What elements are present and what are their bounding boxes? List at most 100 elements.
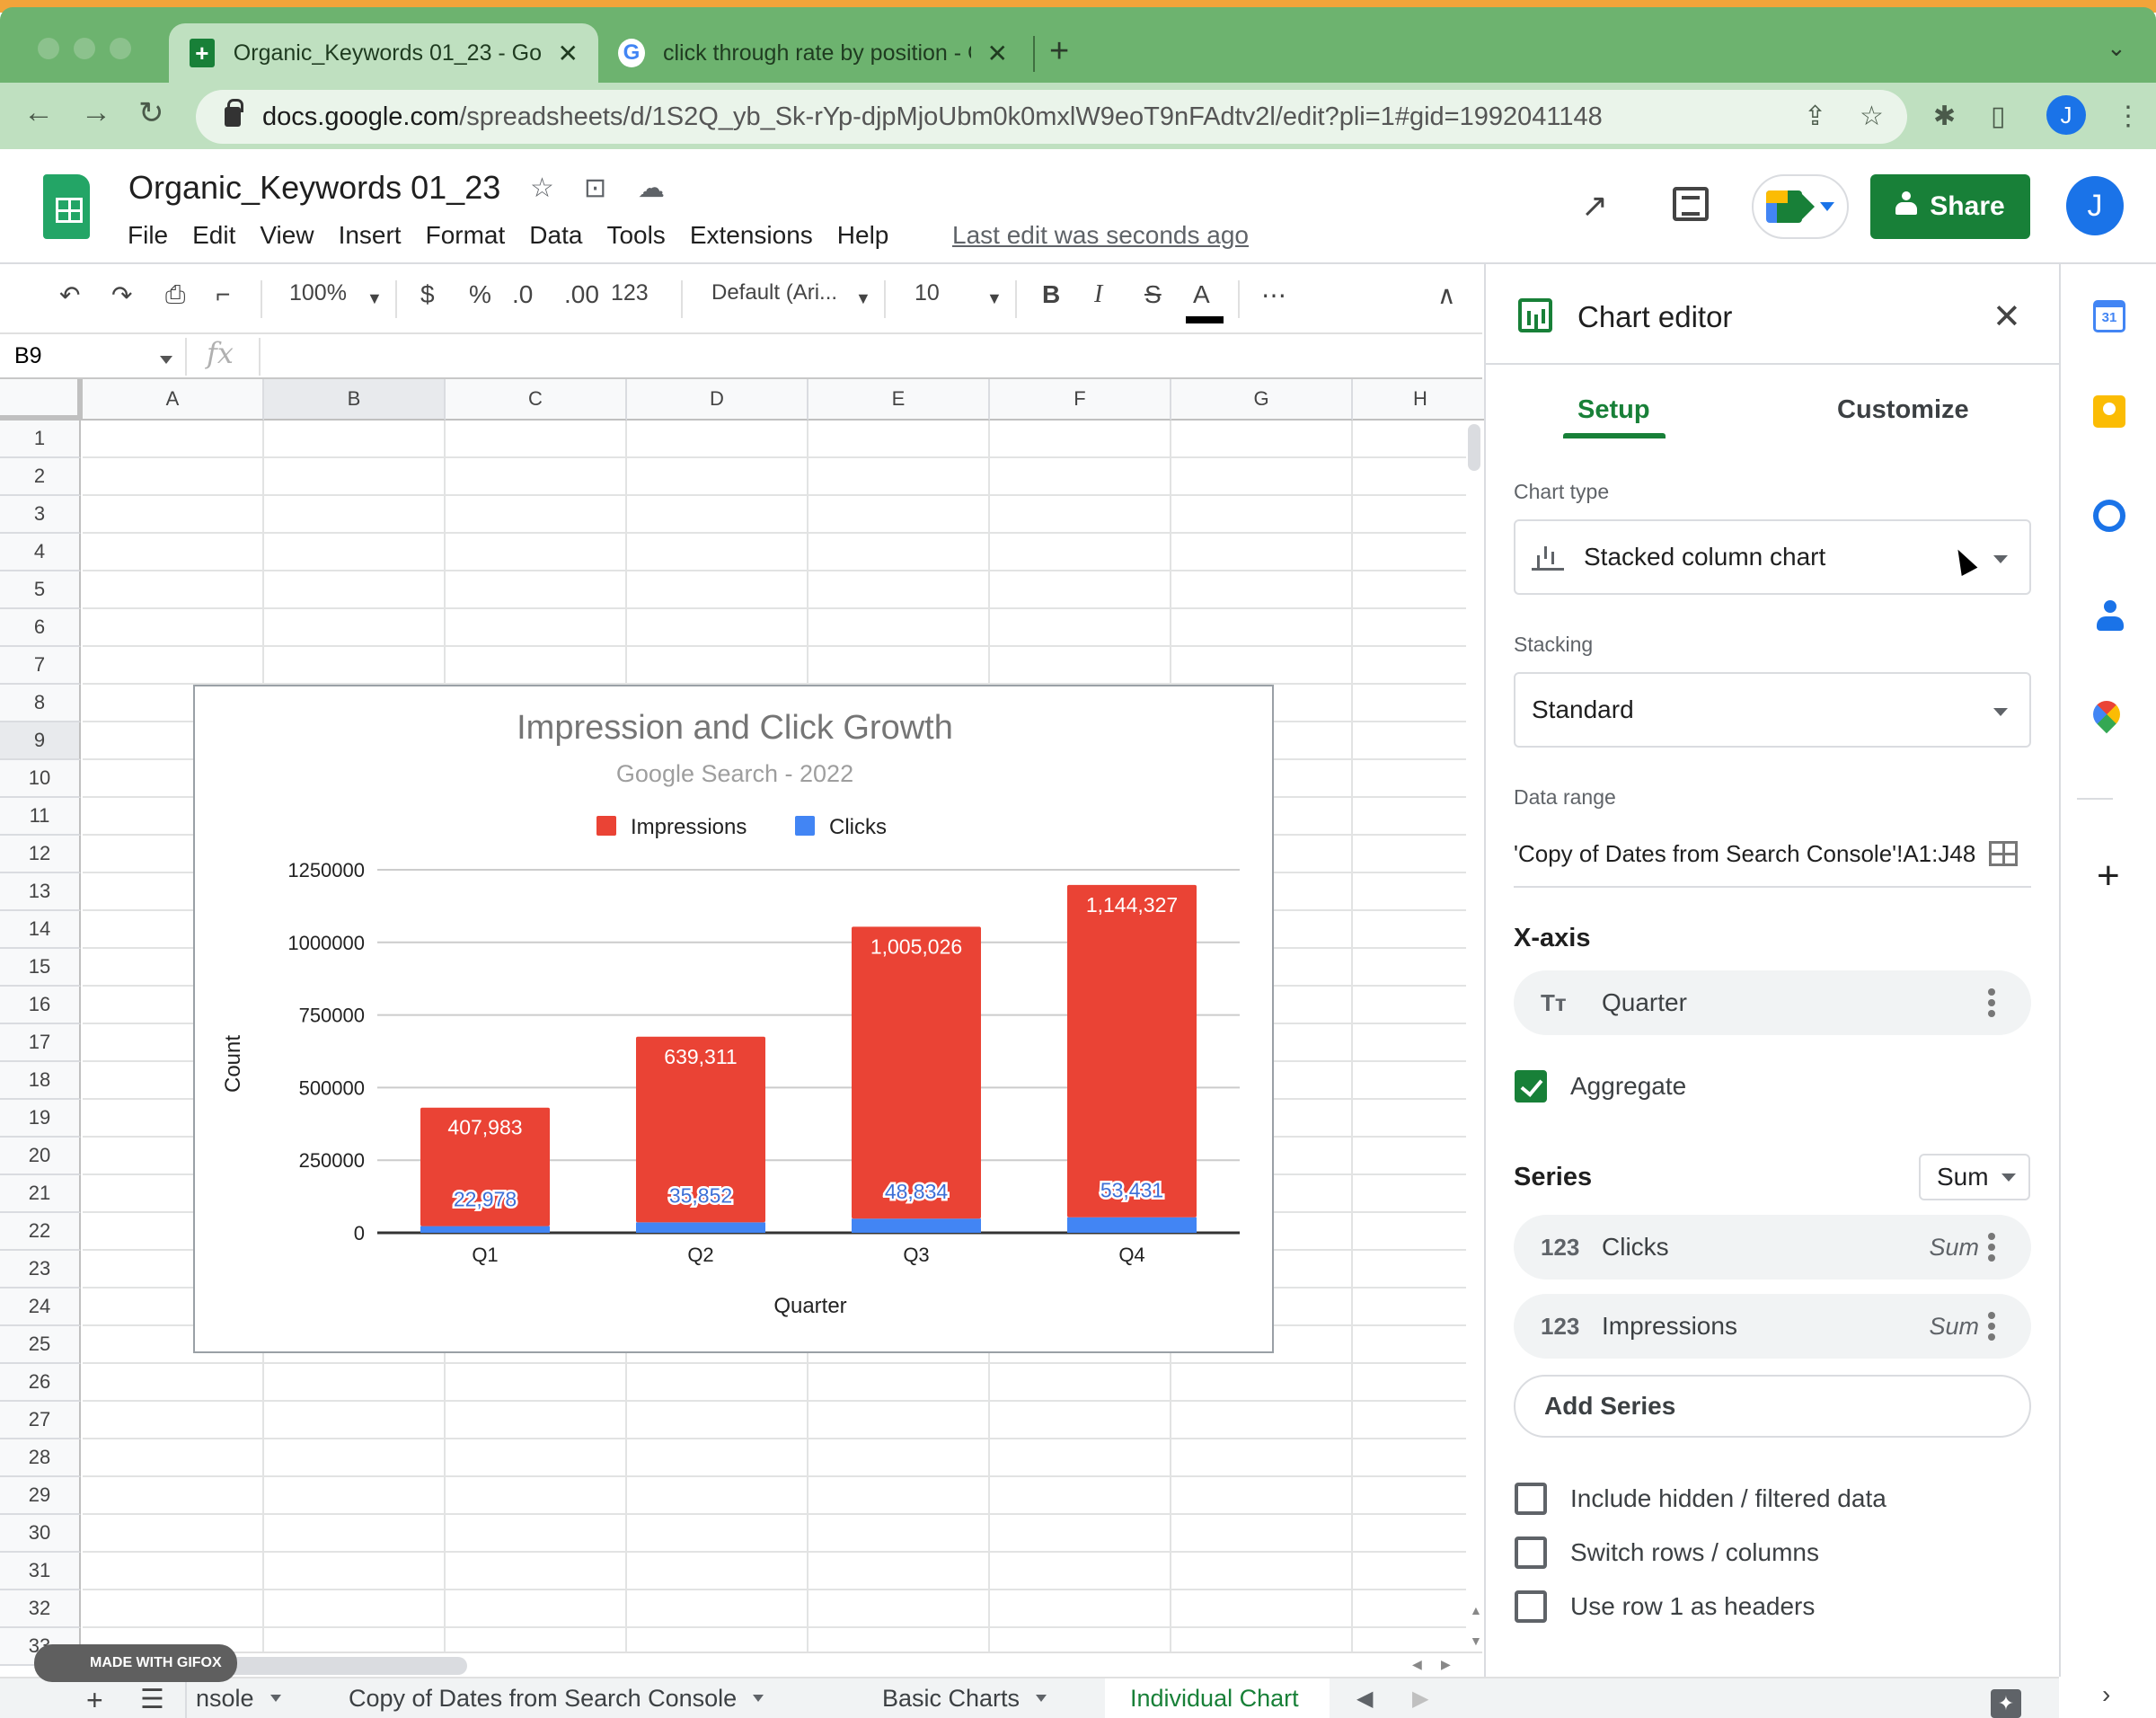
tab-setup[interactable]: Setup <box>1577 395 1650 425</box>
series-chip-clicks[interactable]: 123 Clicks Sum <box>1514 1215 2031 1280</box>
more-vert-icon[interactable] <box>1988 1312 1995 1319</box>
number-format-select[interactable]: 123 <box>611 280 649 306</box>
row-header-15[interactable]: 15 <box>0 949 81 987</box>
row-header-1[interactable]: 1 <box>0 421 81 458</box>
series-aggregate-select[interactable]: Sum <box>1919 1154 2030 1200</box>
menu-data[interactable]: Data <box>529 221 582 250</box>
calendar-icon[interactable]: 31 <box>2093 300 2125 332</box>
menu-file[interactable]: File <box>128 221 168 250</box>
collapse-toolbar-button[interactable]: ∧ <box>1437 280 1456 310</box>
more-vert-icon[interactable] <box>1988 988 1995 996</box>
menu-tools[interactable]: Tools <box>606 221 665 250</box>
data-range-input[interactable]: 'Copy of Dates from Search Console'!A1:J… <box>1514 840 2031 888</box>
more-options-button[interactable]: ⋯ <box>1261 280 1286 310</box>
row-header-29[interactable]: 29 <box>0 1477 81 1515</box>
sheet-tab-caret-icon[interactable] <box>270 1695 281 1702</box>
formula-input[interactable] <box>270 340 1473 376</box>
strikethrough-button[interactable]: S <box>1144 280 1162 309</box>
address-bar[interactable]: docs.google.com/spreadsheets/d/1S2Q_yb_S… <box>196 90 1907 144</box>
star-icon[interactable]: ☆ <box>530 173 554 204</box>
embedded-chart[interactable]: Impression and Click Growth Google Searc… <box>193 685 1274 1353</box>
row-header-7[interactable]: 7 <box>0 647 81 685</box>
zoom-select[interactable]: 100% <box>289 280 347 306</box>
column-header-G[interactable]: G <box>1171 379 1353 421</box>
column-header-C[interactable]: C <box>446 379 627 421</box>
back-arrow-icon[interactable]: ← <box>23 95 54 130</box>
share-page-icon[interactable]: ⇪ <box>1804 101 1826 132</box>
horizontal-scrollbar-thumb[interactable] <box>225 1657 467 1675</box>
column-header-A[interactable]: A <box>83 379 264 421</box>
sheet-scroll-left-icon[interactable]: ◀ <box>1356 1686 1373 1712</box>
decrease-decimal-button[interactable]: .0 <box>512 280 533 309</box>
row-header-14[interactable]: 14 <box>0 911 81 949</box>
sheet-tab-console[interactable]: nsole <box>171 1678 306 1718</box>
sheet-scroll-right-icon[interactable]: ▶ <box>1412 1686 1428 1712</box>
meet-button[interactable] <box>1752 174 1849 239</box>
browser-profile-avatar[interactable]: J <box>2046 95 2086 135</box>
select-range-grid-icon[interactable] <box>1989 841 2018 866</box>
browser-tab-google[interactable]: G click through rate by position - Googl… <box>598 23 1028 83</box>
tasks-icon[interactable] <box>2093 500 2125 532</box>
row-header-16[interactable]: 16 <box>0 987 81 1024</box>
row-header-17[interactable]: 17 <box>0 1024 81 1062</box>
row-header-2[interactable]: 2 <box>0 458 81 496</box>
column-header-D[interactable]: D <box>627 379 808 421</box>
window-minimize-button[interactable] <box>74 38 95 59</box>
scroll-right-arrow-icon[interactable]: ▶ <box>1441 1657 1451 1672</box>
italic-button[interactable]: I <box>1094 280 1102 309</box>
expand-side-panel-icon[interactable]: › <box>2102 1680 2110 1709</box>
row-header-5[interactable]: 5 <box>0 571 81 609</box>
sheet-tab-copy-of-dates[interactable]: Copy of Dates from Search Console <box>323 1678 789 1718</box>
last-edit-link[interactable]: Last edit was seconds ago <box>952 221 1249 250</box>
include-hidden-checkbox[interactable] <box>1515 1483 1547 1515</box>
close-tab-icon[interactable]: ✕ <box>558 39 579 68</box>
vertical-scrollbar-thumb[interactable] <box>1468 424 1480 471</box>
row-header-22[interactable]: 22 <box>0 1213 81 1251</box>
undo-icon[interactable]: ↶ <box>59 280 80 310</box>
forward-arrow-icon[interactable]: → <box>81 95 111 130</box>
sheet-tab-basic-charts[interactable]: Basic Charts <box>857 1678 1072 1718</box>
print-icon[interactable]: ⎙ <box>165 280 185 310</box>
aggregate-checkbox[interactable] <box>1515 1070 1547 1103</box>
tab-customize[interactable]: Customize <box>1837 395 1969 425</box>
menu-extensions[interactable]: Extensions <box>690 221 813 250</box>
use-row1-headers-checkbox[interactable] <box>1515 1590 1547 1623</box>
text-color-button[interactable]: A <box>1193 280 1210 309</box>
close-icon[interactable]: ✕ <box>1993 297 2021 337</box>
percent-format-button[interactable]: % <box>469 280 491 309</box>
comment-icon[interactable] <box>1673 187 1709 221</box>
scroll-up-arrow-icon[interactable]: ▲ <box>1470 1603 1482 1617</box>
row-header-9[interactable]: 9 <box>0 722 81 760</box>
browser-tab-sheets[interactable]: + Organic_Keywords 01_23 - Google Sheets… <box>169 23 598 83</box>
font-caret-icon[interactable]: ▼ <box>855 289 871 308</box>
get-addons-plus-icon[interactable]: + <box>2097 854 2120 899</box>
browser-menu-kebab-icon[interactable]: ⋮ <box>2115 101 2142 132</box>
sheets-logo-icon[interactable] <box>43 174 90 239</box>
sheet-tab-caret-icon[interactable] <box>1036 1695 1047 1702</box>
reload-icon[interactable]: ↻ <box>138 95 164 131</box>
explore-sparkle-icon[interactable]: ✦ <box>1991 1689 2021 1718</box>
increase-decimal-button[interactable]: .00 <box>564 280 599 309</box>
keep-icon[interactable] <box>2093 395 2125 428</box>
column-header-H[interactable]: H <box>1353 379 1489 421</box>
name-box-caret-icon[interactable] <box>160 356 172 364</box>
row-header-25[interactable]: 25 <box>0 1326 81 1364</box>
all-sheets-menu-icon[interactable]: ☰ <box>140 1684 164 1715</box>
move-folder-icon[interactable]: ⊡ <box>584 173 606 204</box>
row-header-6[interactable]: 6 <box>0 609 81 647</box>
menu-format[interactable]: Format <box>426 221 506 250</box>
row-header-31[interactable]: 31 <box>0 1553 81 1590</box>
select-all-corner[interactable] <box>0 379 83 421</box>
redo-icon[interactable]: ↷ <box>111 280 132 310</box>
tab-search-chevron-icon[interactable]: ⌄ <box>2107 34 2126 62</box>
row-header-11[interactable]: 11 <box>0 798 81 836</box>
name-box[interactable]: B9 <box>14 343 42 369</box>
activity-trend-icon[interactable]: ↗ <box>1581 187 1608 225</box>
sheet-tab-caret-icon[interactable] <box>753 1695 764 1702</box>
window-zoom-button[interactable] <box>110 38 131 59</box>
font-family-select[interactable]: Default (Ari... <box>711 280 837 306</box>
new-tab-button[interactable]: + <box>1049 32 1069 71</box>
switch-rows-columns-checkbox[interactable] <box>1515 1536 1547 1569</box>
zoom-caret-icon[interactable]: ▼ <box>367 289 383 308</box>
side-panel-icon[interactable]: ▯ <box>1991 101 2006 132</box>
